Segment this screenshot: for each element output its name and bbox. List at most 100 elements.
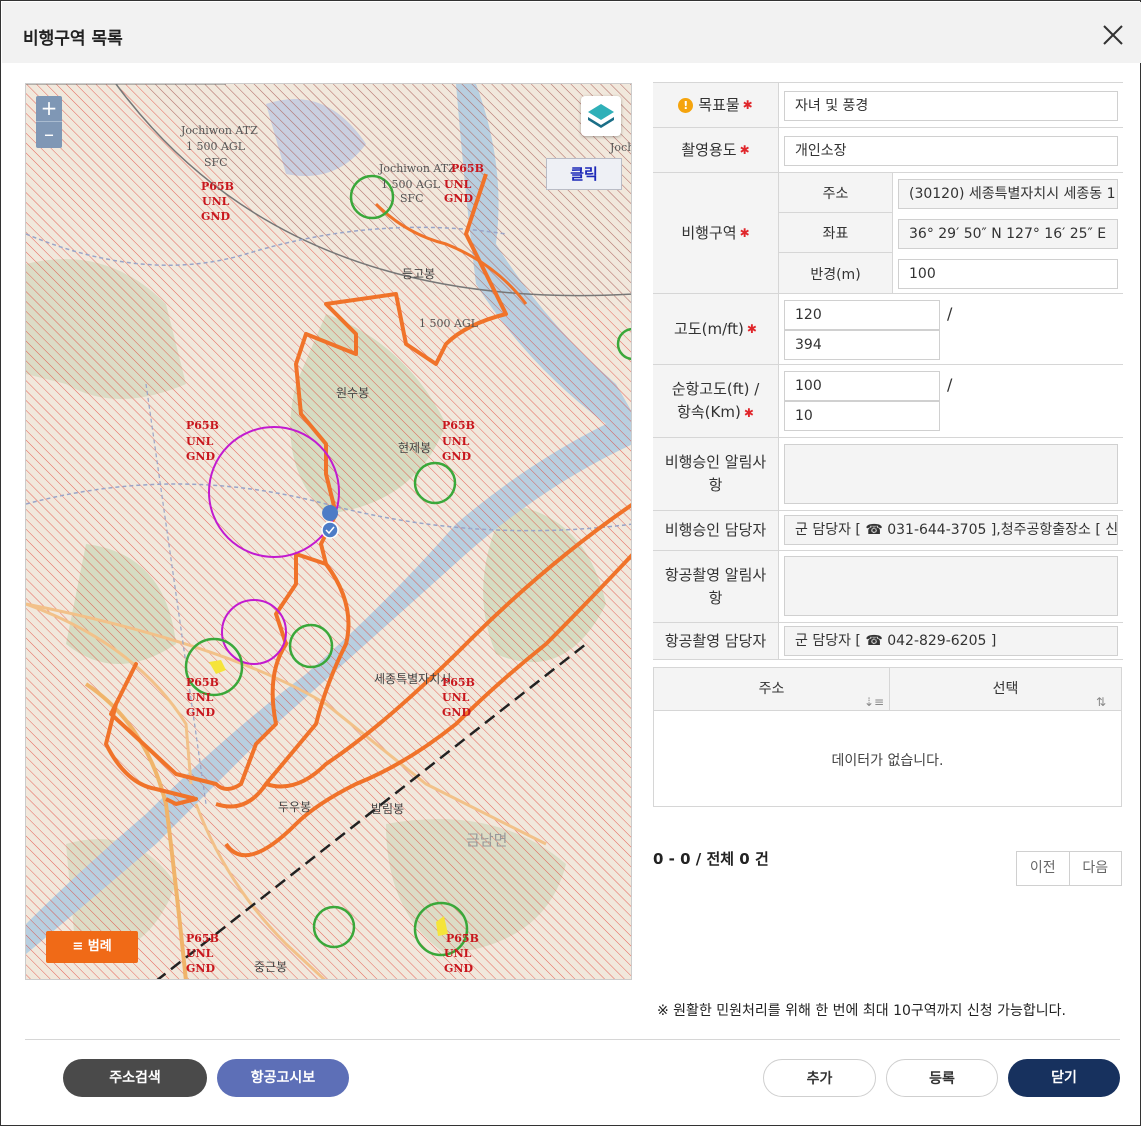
area-label: 비행구역 ✱ (653, 173, 779, 293)
next-button[interactable]: 다음 (1070, 852, 1122, 885)
dialog-title: 비행구역 목록 (23, 29, 123, 49)
map-label: P65B (186, 419, 219, 432)
table-header: 주소 ⇣≡ 선택 ⇅ (654, 668, 1121, 711)
map-label: 현제봉 (398, 441, 432, 455)
label-text: 순항고도(ft) / 항속(Km) ✱ (672, 378, 760, 425)
target-label: ! 목표물 ✱ (653, 83, 779, 127)
altitude-ft-input[interactable]: 394 (784, 330, 940, 360)
required-mark: ✱ (743, 405, 754, 420)
map-label: 1 500 AGL (381, 178, 441, 191)
flight-area-dialog: 비행구역 목록 + – 클릭 Jochiwon ATZ 1 500 AGL SF… (0, 0, 1141, 1126)
address-field: (30120) 세종특별자치시 세종동 1 (898, 179, 1118, 209)
empty-message: 데이터가 없습니다. (831, 753, 944, 769)
map-view[interactable]: + – 클릭 Jochiwon ATZ 1 500 AGL SFC Jochiw… (25, 83, 632, 980)
purpose-label: 촬영용도 ✱ (653, 128, 779, 172)
map-label: Jochiwon ATZ (181, 124, 258, 137)
map-label: 발림봉 (371, 802, 405, 816)
map-label: Joch (610, 141, 632, 154)
purpose-input[interactable]: 개인소장 (784, 136, 1118, 166)
map-label: UNL (186, 435, 214, 448)
cruise-label: 순항고도(ft) / 항속(Km) ✱ (653, 365, 779, 437)
divider (25, 1039, 1120, 1040)
click-button[interactable]: 클릭 (546, 158, 622, 190)
map-label: GND (186, 706, 215, 719)
photo-contact-label: 항공촬영 담당자 (653, 623, 779, 659)
altitude-row: 고도(m/ft) ✱ 120 394 / (653, 293, 1123, 364)
warning-icon: ! (678, 97, 694, 113)
flight-contact-label: 비행승인 담당자 (653, 511, 779, 550)
add-button[interactable]: 추가 (763, 1059, 876, 1097)
label-line: 순항고도(ft) / (671, 379, 760, 398)
zoom-in-button[interactable]: + (36, 96, 62, 122)
map-label: UNL (442, 691, 470, 704)
map-label: UNL (186, 691, 214, 704)
layers-icon (588, 104, 614, 128)
pagination: 이전 다음 (1016, 851, 1122, 886)
map-label: P65B (442, 676, 475, 689)
map-label: GND (186, 450, 215, 463)
flight-contact-field: 군 담당자 [ ☎ 031-644-3705 ],청주공항출장소 [ 신 (784, 515, 1118, 545)
altitude-label: 고도(m/ft) ✱ (653, 294, 779, 364)
altitude-m-input[interactable]: 120 (784, 300, 940, 330)
map-label: UNL (186, 947, 214, 960)
cruise-speed-input[interactable]: 10 (784, 401, 940, 431)
label-text: 비행승인 알림사 항 (665, 451, 766, 497)
label-line: 비행승인 알림사 (664, 453, 767, 471)
label-line: 항 (708, 588, 723, 607)
map-label: UNL (202, 195, 230, 208)
sort-icon: ⇅ (1096, 695, 1107, 709)
flight-notice-label: 비행승인 알림사 항 (653, 438, 779, 510)
record-count: 0 - 0 / 전체 0 건 (653, 850, 769, 868)
map-label: UNL (444, 178, 472, 191)
map-label: Jochiwon ATZ (379, 162, 456, 175)
column-address[interactable]: 주소 ⇣≡ (654, 668, 890, 711)
required-mark: ✱ (746, 321, 757, 336)
map-label: P65B (201, 180, 234, 193)
map-label: 원수봉 (336, 386, 370, 400)
close-icon[interactable] (1098, 20, 1128, 50)
flight-notice-row: 비행승인 알림사 항 (653, 437, 1123, 510)
legend-button[interactable]: ≡ 범례 (46, 931, 138, 963)
photo-notice-row: 항공촬영 알림사 항 (653, 550, 1123, 622)
map-label: 금남면 (466, 831, 508, 849)
required-mark: ✱ (739, 142, 750, 157)
map-label: SFC (204, 156, 228, 169)
address-search-button[interactable]: 주소검색 (63, 1059, 207, 1097)
layers-button[interactable] (581, 96, 621, 136)
label-text: 비행구역 (681, 223, 737, 242)
photo-notice-label: 항공촬영 알림사 항 (653, 551, 779, 622)
cruise-alt-input[interactable]: 100 (784, 371, 940, 401)
map-label: GND (444, 192, 473, 205)
separator: / (947, 304, 953, 323)
map-label: GND (442, 706, 471, 719)
column-label: 선택 (992, 681, 1019, 697)
prev-button[interactable]: 이전 (1017, 852, 1070, 885)
target-input[interactable]: 자녀 및 풍경 (784, 91, 1118, 121)
column-label: 주소 (758, 681, 785, 697)
target-row: ! 목표물 ✱ 자녀 및 풍경 (653, 82, 1123, 127)
map-label: P65B (186, 932, 219, 945)
photo-notice-field (784, 556, 1118, 616)
dialog-titlebar: 비행구역 목록 (2, 2, 1141, 63)
map-label: 1 500 AGL (419, 317, 479, 330)
register-button[interactable]: 등록 (886, 1059, 998, 1097)
coord-sublabel: 좌표 (779, 213, 893, 253)
label-text: 목표물 (698, 95, 740, 114)
column-select[interactable]: 선택 ⇅ (890, 668, 1121, 711)
air-notice-button[interactable]: 항공고시보 (217, 1059, 349, 1097)
map-canvas (26, 84, 631, 979)
address-sublabel: 주소 (779, 173, 893, 213)
map-label: 세종특별자치시 (374, 672, 452, 686)
map-label: GND (186, 962, 215, 975)
label-text: 항공촬영 알림사 항 (665, 564, 766, 610)
label-text: 촬영용도 (681, 140, 737, 159)
zoom-controls: + – (36, 96, 62, 148)
map-label: UNL (444, 947, 472, 960)
cruise-row: 순항고도(ft) / 항속(Km) ✱ 100 10 / (653, 364, 1123, 437)
map-label: P65B (442, 419, 475, 432)
zoom-out-button[interactable]: – (36, 122, 62, 148)
radius-input[interactable]: 100 (898, 259, 1118, 289)
map-label: GND (444, 962, 473, 975)
close-button[interactable]: 닫기 (1008, 1059, 1120, 1097)
sort-icon: ⇣≡ (864, 695, 885, 709)
